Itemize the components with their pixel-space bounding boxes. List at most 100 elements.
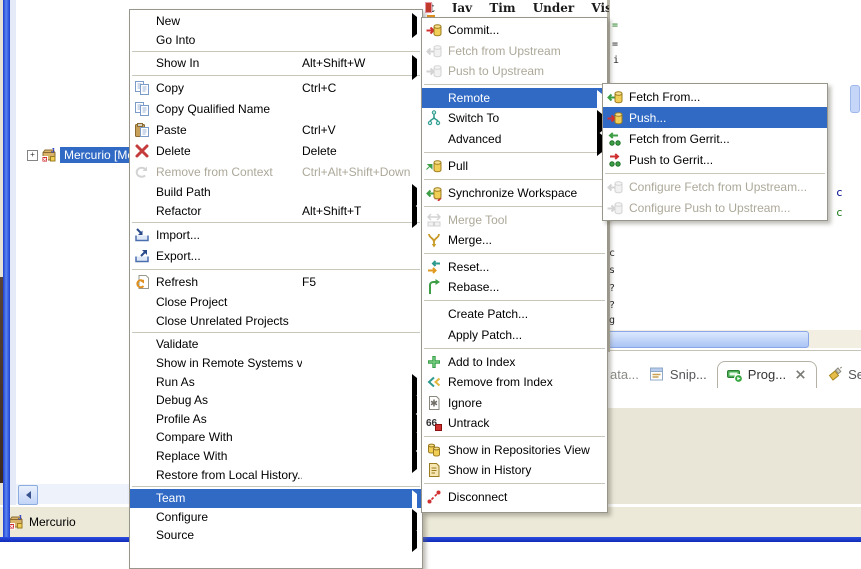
progress-icon <box>727 367 743 383</box>
tree-expander-icon[interactable]: + <box>27 150 38 161</box>
tree-row-mercurio[interactable]: + J Mercurio [Mer <box>27 146 142 164</box>
menu-item-refactor[interactable]: RefactorAlt+Shift+T <box>130 201 422 220</box>
menu-item-copy[interactable]: CopyCtrl+C <box>130 78 422 99</box>
menu-item-fetch-from-upstream: Fetch from Upstream <box>422 40 607 60</box>
tab-ata[interactable]: ata... <box>610 367 639 382</box>
switch-to-icon <box>426 110 442 126</box>
tab-label: Snip... <box>670 367 707 382</box>
scrollbar-left-button[interactable] <box>18 485 38 505</box>
editor-text-fragment: ? <box>609 300 615 311</box>
menu-item-export[interactable]: Export... <box>130 246 422 267</box>
menu-item-rebase[interactable]: Rebase... <box>422 277 607 297</box>
menu-item-go-into[interactable]: Go Into <box>130 31 422 50</box>
menu-item-show-in[interactable]: Show InAlt+Shift+W <box>130 54 422 73</box>
tab-snip[interactable]: Snip... <box>649 366 707 382</box>
remote-submenu: Fetch From... Push...Fetch from Gerrit...… <box>602 83 828 221</box>
fetch-from-icon-slot <box>607 89 623 105</box>
menu-item-apply-patch[interactable]: Apply Patch... <box>422 325 607 345</box>
menu-item-merge[interactable]: Merge... <box>422 230 607 250</box>
status-project-label: Mercurio <box>29 515 76 529</box>
menu-item-synchronize-workspace[interactable]: Synchronize Workspace <box>422 183 607 203</box>
tab-prog[interactable]: Prog... <box>717 361 817 388</box>
switch-to-icon-slot <box>426 110 442 126</box>
menu-item-show-in-repositories-view[interactable]: Show in Repositories View <box>422 440 607 460</box>
menu-item-configure[interactable]: Configure <box>130 508 422 527</box>
icon-spacer <box>134 184 150 200</box>
pull-icon <box>426 158 442 174</box>
editor-marker-icon <box>425 2 432 13</box>
menu-item-show-in-history[interactable]: Show in History <box>422 460 607 480</box>
menu-item-switch-to[interactable]: Switch To <box>422 108 607 128</box>
menu-item-label: Go Into <box>156 33 302 47</box>
panel-scrollbar-thumb[interactable] <box>607 331 809 348</box>
menu-item-advanced[interactable]: Advanced <box>422 129 607 149</box>
close-icon[interactable] <box>794 368 807 381</box>
menu-item-add-to-index[interactable]: Add to Index <box>422 352 607 372</box>
menu-item-untrack[interactable]: 66Untrack <box>422 413 607 433</box>
icon-spacer <box>134 313 150 329</box>
menu-item-disconnect[interactable]: Disconnect <box>422 487 607 507</box>
merge-tool-icon-slot <box>426 212 442 228</box>
menu-item-profile-as[interactable]: Profile As <box>130 410 422 429</box>
menu-item-fetch-from[interactable]: Fetch From... <box>603 86 827 107</box>
menu-item-run-as[interactable]: Run As <box>130 372 422 391</box>
menu-item-show-in-remote-systems-view[interactable]: Show in Remote Systems view <box>130 354 422 373</box>
push-gerrit-icon <box>607 152 623 168</box>
menu-item-delete[interactable]: DeleteDelete <box>130 141 422 162</box>
merge-tool-icon <box>426 212 442 228</box>
status-project: J Mercurio <box>8 514 76 530</box>
push-up-icon <box>426 63 442 79</box>
menu-item-validate[interactable]: Validate <box>130 335 422 354</box>
tab-search[interactable]: Search <box>827 366 861 382</box>
menu-item-copy-qualified-name[interactable]: Copy Qualified Name <box>130 99 422 120</box>
config-push-icon-slot <box>607 200 623 216</box>
menu-item-team[interactable]: Team <box>130 489 422 508</box>
menu-item-remote[interactable]: Remote <box>422 88 607 108</box>
menu-separator <box>132 332 420 333</box>
panel-horizontal-scrollbar[interactable] <box>604 330 861 348</box>
menu-item-commit[interactable]: Commit... <box>422 20 607 40</box>
menu-item-create-patch[interactable]: Create Patch... <box>422 304 607 324</box>
menu-item-remove-from-index[interactable]: Remove from Index <box>422 372 607 392</box>
merge-icon <box>426 232 442 248</box>
menu-item-debug-as[interactable]: Debug As <box>130 391 422 410</box>
menu-item-replace-with[interactable]: Replace With <box>130 447 422 466</box>
menu-item-compare-with[interactable]: Compare With <box>130 428 422 447</box>
menu-item-push[interactable]: Push... <box>603 107 827 128</box>
menu-item-paste[interactable]: PasteCtrl+V <box>130 120 422 141</box>
menu-item-pull[interactable]: Pull <box>422 156 607 176</box>
menu-item-label: Show in Remote Systems view <box>156 356 302 370</box>
menu-item-label: Validate <box>156 337 302 351</box>
menu-item-label: Reset... <box>448 260 489 274</box>
editor-vertical-scrollbar-thumb[interactable] <box>850 85 860 113</box>
menu-item-label: Create Patch... <box>448 307 528 321</box>
menu-item-label: Fetch From... <box>629 90 700 104</box>
merge-icon-slot <box>426 232 442 248</box>
menu-item-push-to-upstream: Push to Upstream <box>422 61 607 81</box>
menu-item-reset[interactable]: Reset... <box>422 257 607 277</box>
menu-item-label: Remove from Context <box>156 165 302 179</box>
copy-icon <box>134 80 150 96</box>
menu-item-label: Refactor <box>156 204 302 218</box>
menu-item-restore-from-local-history[interactable]: Restore from Local History... <box>130 465 422 484</box>
fetch-from-icon <box>607 89 623 105</box>
scroll-left-icon <box>26 491 31 499</box>
menu-item-close-unrelated-projects[interactable]: Close Unrelated Projects <box>130 312 422 331</box>
menu-item-refresh[interactable]: RefreshF5 <box>130 272 422 293</box>
menu-item-import[interactable]: Import... <box>130 225 422 246</box>
menu-item-ignore[interactable]: Ignore <box>422 392 607 412</box>
project-icon: J <box>8 514 24 530</box>
menu-item-close-project[interactable]: Close Project <box>130 293 422 312</box>
menu-item-merge-tool: Merge Tool <box>422 210 607 230</box>
menu-shortcut: Delete <box>302 144 337 158</box>
menu-item-fetch-from-gerrit[interactable]: Fetch from Gerrit... <box>603 128 827 149</box>
menu-item-label: Remote <box>448 91 490 105</box>
menu-item-label: Configure Fetch from Upstream... <box>629 180 807 194</box>
editor-text-fragment: ? <box>609 283 615 294</box>
menu-item-build-path[interactable]: Build Path <box>130 183 422 202</box>
config-fetch-icon <box>607 179 623 195</box>
menu-item-new[interactable]: New <box>130 12 422 31</box>
snippet-icon <box>649 366 665 382</box>
search-icon <box>827 366 843 382</box>
menu-item-push-to-gerrit[interactable]: Push to Gerrit... <box>603 149 827 170</box>
